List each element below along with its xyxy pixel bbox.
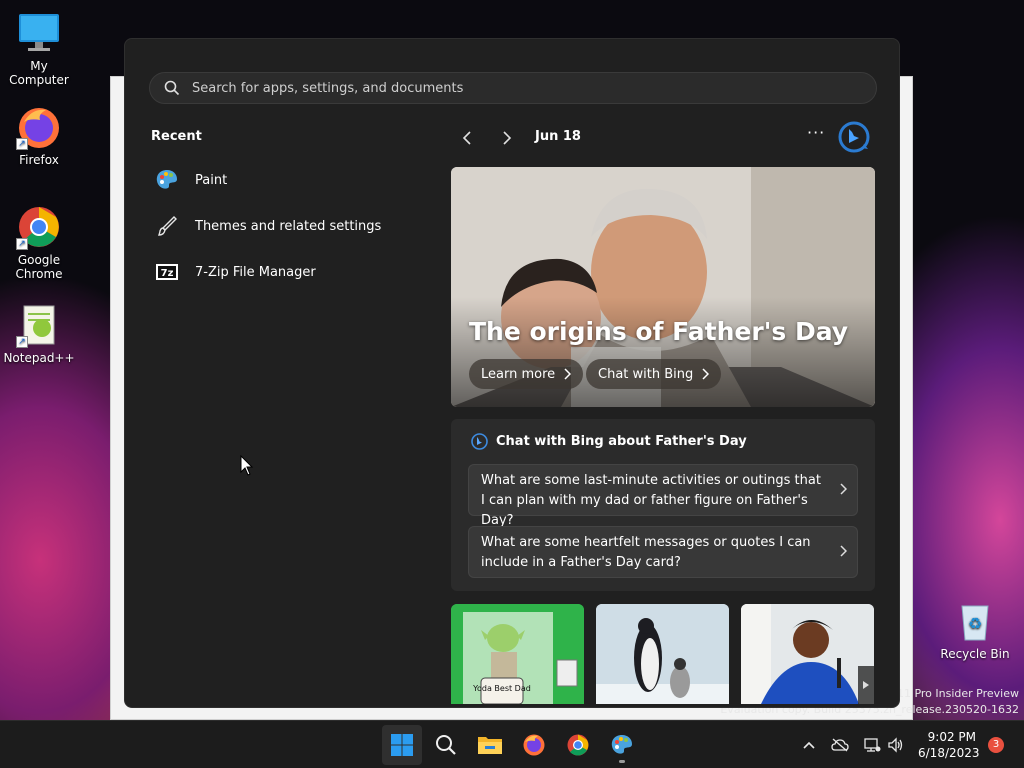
thumbnail-caption: Yoda Best Dad: [472, 684, 531, 693]
desktop-icon-label: Google Chrome: [15, 253, 63, 281]
cloud-off-icon: [831, 738, 849, 752]
next-day-button[interactable]: [496, 127, 518, 149]
svg-text:♻: ♻: [968, 614, 982, 633]
caret-right-icon: [863, 681, 869, 689]
desktop-icon-chrome[interactable]: ↗ Google Chrome: [0, 204, 78, 281]
search-icon: [164, 80, 180, 96]
hero-title: The origins of Father's Day: [469, 317, 849, 346]
7zip-icon: 7z: [155, 260, 179, 284]
firefox-icon: ↗: [16, 104, 62, 150]
taskbar-chrome-button[interactable]: [558, 725, 598, 765]
search-input[interactable]: [192, 80, 792, 96]
yoda-card-image: Yoda Best Dad: [451, 604, 584, 704]
desktop-icon-label: Recycle Bin: [940, 647, 1010, 661]
thumbnail-yoda-card[interactable]: Yoda Best Dad: [451, 604, 584, 704]
start-search-box[interactable]: [149, 72, 877, 104]
brush-icon: [155, 214, 179, 238]
recent-item-themes[interactable]: Themes and related settings: [155, 211, 381, 241]
taskbar-start-button[interactable]: [382, 725, 422, 765]
desktop-icon-recycle-bin[interactable]: ♻ Recycle Bin: [936, 598, 1014, 661]
chevron-left-icon: [462, 131, 471, 145]
chat-with-bing-label: Chat with Bing: [598, 366, 694, 382]
bing-logo-icon: [838, 121, 870, 153]
recent-item-paint[interactable]: Paint: [155, 165, 227, 195]
taskbar: 9:02 PM 6/18/2023 3: [0, 720, 1024, 768]
singer-image: [741, 604, 874, 704]
more-options-button[interactable]: ···: [807, 123, 825, 142]
desktop-icon-label: My Computer: [9, 59, 69, 87]
search-icon: [436, 735, 456, 755]
bing-question-1[interactable]: What are some last-minute activities or …: [468, 464, 858, 528]
recent-item-label: 7-Zip File Manager: [195, 264, 316, 280]
feed-date: Jun 18: [535, 129, 581, 144]
chevron-right-icon: [564, 368, 572, 380]
volume-button[interactable]: [885, 735, 907, 755]
network-status-button[interactable]: [861, 735, 883, 755]
previous-day-button[interactable]: [456, 127, 478, 149]
desktop-icon-label: Notepad++: [3, 351, 75, 365]
chevron-right-icon: [503, 131, 512, 145]
recent-item-7zip[interactable]: 7z 7-Zip File Manager: [155, 257, 316, 287]
shortcut-arrow-icon: ↗: [16, 238, 28, 250]
svg-text:7z: 7z: [161, 268, 174, 279]
hero-card[interactable]: The origins of Father's Day Learn more C…: [451, 167, 875, 407]
penguins-image: [596, 604, 729, 704]
shortcut-arrow-icon: ↗: [16, 336, 28, 348]
question-text: What are some last-minute activities or …: [481, 473, 821, 528]
learn-more-button[interactable]: Learn more: [469, 359, 584, 389]
recent-item-label: Themes and related settings: [195, 218, 382, 234]
chevron-up-icon: [803, 741, 815, 749]
thumbnail-singer[interactable]: [741, 604, 874, 704]
chrome-icon: [567, 734, 589, 756]
clock-time: 9:02 PM: [927, 730, 976, 744]
windows-logo-icon: [391, 734, 413, 756]
desktop-icon-notepadpp[interactable]: ↗ Notepad++: [0, 302, 78, 365]
chrome-icon: ↗: [16, 204, 62, 250]
recent-title: Recent: [151, 129, 202, 144]
paint-icon: [611, 735, 632, 754]
bing-question-2[interactable]: What are some heartfelt messages or quot…: [468, 526, 858, 578]
recent-item-label: Paint: [195, 172, 228, 188]
chevron-right-icon: [840, 545, 847, 557]
chat-card-title: Chat with Bing about Father's Day: [496, 434, 747, 449]
taskbar-search-button[interactable]: [426, 725, 466, 765]
folder-icon: [478, 737, 502, 754]
chevron-right-icon: [840, 483, 847, 495]
desktop-icon-label: Firefox: [19, 153, 59, 167]
speaker-icon: [888, 737, 903, 753]
monitor-icon: [16, 10, 62, 56]
shortcut-arrow-icon: ↗: [16, 138, 28, 150]
taskbar-file-explorer-button[interactable]: [470, 725, 510, 765]
desktop-icon-firefox[interactable]: ↗ Firefox: [0, 104, 78, 167]
notification-badge[interactable]: 3: [988, 737, 1004, 753]
question-text: What are some heartfelt messages or quot…: [481, 535, 811, 570]
learn-more-label: Learn more: [481, 366, 556, 382]
paint-icon: [155, 168, 179, 192]
taskbar-clock[interactable]: 9:02 PM 6/18/2023: [918, 729, 980, 761]
clock-date: 6/18/2023: [918, 746, 980, 760]
recycle-bin-icon: ♻: [952, 598, 998, 644]
mouse-cursor-icon: [240, 455, 254, 476]
chevron-right-icon: [702, 368, 710, 380]
start-menu: Recent Paint Themes and related settings: [124, 38, 900, 708]
chat-with-bing-button[interactable]: Chat with Bing: [586, 359, 722, 389]
chat-card-header: Chat with Bing about Father's Day: [471, 433, 747, 450]
paint-running-indicator: [619, 760, 625, 763]
taskbar-paint-button[interactable]: [602, 725, 642, 765]
chat-with-bing-card: Chat with Bing about Father's Day What a…: [451, 419, 875, 591]
bing-logo-icon: [471, 433, 488, 450]
thumbnail-scroll-right-button[interactable]: [858, 666, 874, 704]
hero-shade: [451, 297, 875, 407]
bing-chat-button[interactable]: [837, 120, 871, 154]
onedrive-status-button[interactable]: [829, 735, 851, 755]
network-icon: [864, 738, 881, 752]
firefox-icon: [523, 734, 545, 756]
taskbar-firefox-button[interactable]: [514, 725, 554, 765]
desktop-icon-my-computer[interactable]: My Computer: [0, 10, 78, 87]
notepadpp-icon: ↗: [16, 302, 62, 348]
tray-overflow-button[interactable]: [798, 735, 820, 755]
thumbnail-penguins[interactable]: [596, 604, 729, 704]
